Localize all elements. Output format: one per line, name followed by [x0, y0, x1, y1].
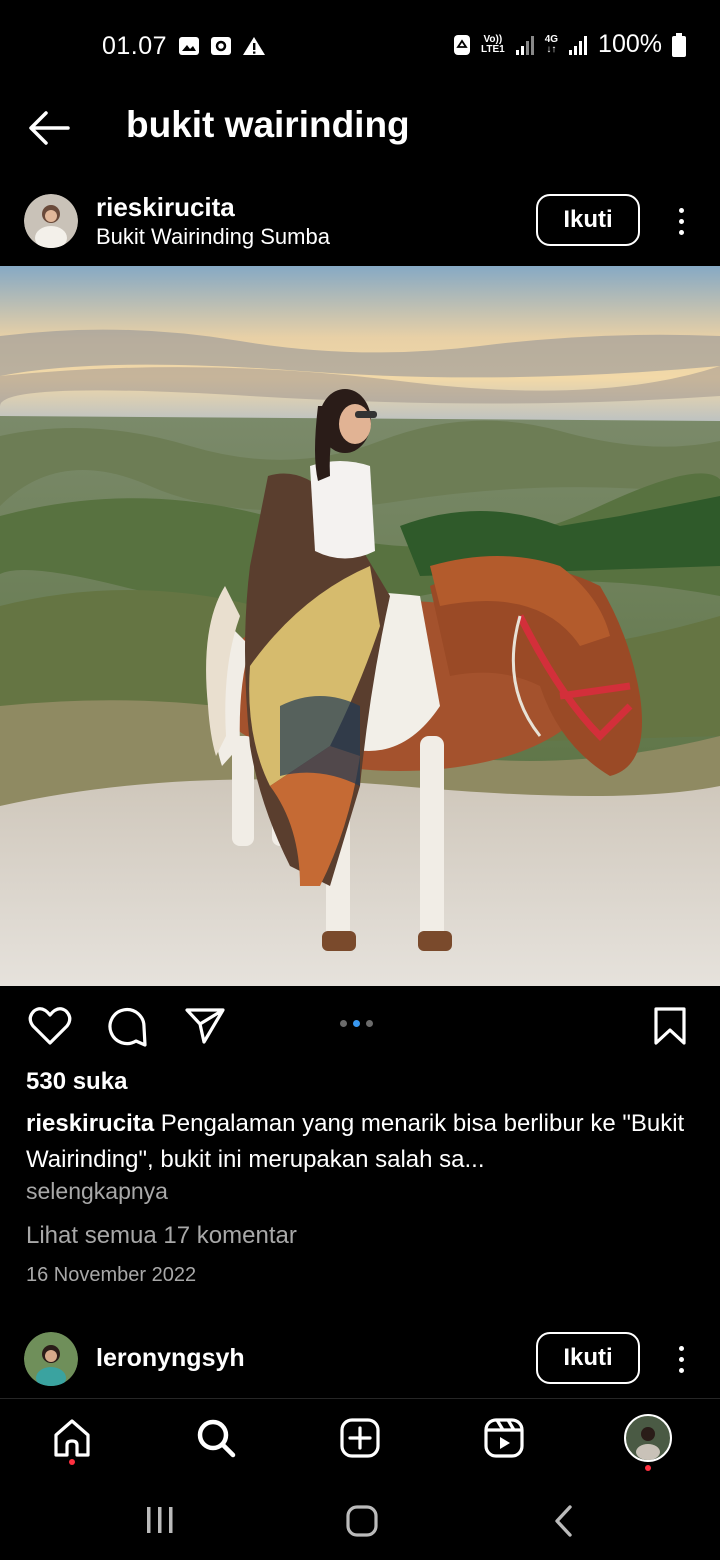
- carousel-indicator: [340, 1020, 373, 1027]
- bookmark-icon[interactable]: [652, 1006, 688, 1046]
- post-photo[interactable]: [0, 266, 720, 986]
- screenshot-icon: [211, 37, 231, 55]
- more-options-icon[interactable]: [676, 208, 686, 235]
- signal-icon: [515, 35, 534, 55]
- recycle-icon: [453, 34, 470, 55]
- page-title: bukit wairinding: [126, 104, 410, 145]
- bottom-navigation: [0, 1398, 720, 1479]
- nav-profile[interactable]: [623, 1413, 673, 1471]
- profile-notification-dot: [645, 1465, 651, 1471]
- nav-search[interactable]: [191, 1413, 241, 1463]
- nav-reels[interactable]: [479, 1413, 529, 1463]
- comment-icon[interactable]: [106, 1006, 148, 1048]
- post-location[interactable]: Bukit Wairinding Sumba: [96, 224, 330, 250]
- carousel-dot-active: [353, 1020, 360, 1027]
- top-app-bar: bukit wairinding: [0, 92, 720, 174]
- carousel-dot: [366, 1020, 373, 1027]
- status-bar: 01.07 Vo)) LTE1 4G ↓↑ 100%: [0, 0, 720, 92]
- search-icon: [197, 1419, 236, 1458]
- status-right: Vo)) LTE1 4G ↓↑ 100%: [453, 30, 686, 59]
- follow-button[interactable]: Ikuti: [536, 194, 640, 246]
- home-icon: [54, 1419, 90, 1457]
- system-navigation-bar: [0, 1478, 720, 1560]
- home-button-icon[interactable]: [345, 1504, 379, 1538]
- battery-icon: [672, 32, 686, 57]
- recent-apps-icon[interactable]: [144, 1504, 176, 1536]
- view-comments-link[interactable]: Lihat semua 17 komentar: [26, 1222, 297, 1250]
- post-actions: [0, 1000, 720, 1056]
- status-time: 01.07: [102, 32, 168, 60]
- next-post-username[interactable]: leronyngsyh: [96, 1344, 245, 1373]
- heart-icon[interactable]: [28, 1006, 72, 1046]
- image-icon: [179, 37, 199, 55]
- notification-dot: [69, 1459, 75, 1465]
- network-label: 4G: [544, 33, 559, 45]
- carousel-dot: [340, 1020, 347, 1027]
- next-post-follow-button[interactable]: Ikuti: [536, 1332, 640, 1384]
- share-icon[interactable]: [184, 1006, 226, 1046]
- caption-username[interactable]: rieskirucita: [26, 1110, 154, 1137]
- next-post-more-options-icon[interactable]: [676, 1346, 686, 1373]
- arrow-left-icon[interactable]: [26, 108, 72, 148]
- next-post-avatar[interactable]: [24, 1332, 78, 1386]
- warning-icon: [243, 37, 265, 55]
- profile-avatar: [624, 1414, 672, 1462]
- volte-label: Vo)): [483, 33, 503, 45]
- likes-count[interactable]: 530 suka: [26, 1068, 127, 1096]
- next-post-header: leronyngsyh Ikuti: [0, 1330, 720, 1390]
- battery-percent: 100%: [598, 30, 662, 58]
- post-header: rieskirucita Bukit Wairinding Sumba Ikut…: [0, 186, 720, 266]
- lte-label: LTE1: [480, 43, 505, 55]
- post-date: 16 November 2022: [26, 1264, 197, 1286]
- data-arrows-icon: ↓↑: [546, 43, 557, 55]
- avatar[interactable]: [24, 194, 78, 248]
- status-left-icons: [178, 36, 266, 56]
- more-link[interactable]: selengkapnya: [26, 1178, 168, 1205]
- reels-icon: [484, 1418, 524, 1458]
- create-icon: [340, 1418, 380, 1458]
- system-back-icon[interactable]: [550, 1504, 578, 1538]
- signal-icon-2: [569, 35, 588, 55]
- nav-create[interactable]: [335, 1413, 385, 1463]
- post-username[interactable]: rieskirucita: [96, 192, 235, 223]
- post-caption: rieskirucita Pengalaman yang menarik bis…: [26, 1106, 696, 1178]
- volte-indicator: Vo)) LTE1: [480, 33, 505, 55]
- network-indicator: 4G ↓↑: [544, 33, 559, 55]
- nav-home[interactable]: [47, 1413, 97, 1465]
